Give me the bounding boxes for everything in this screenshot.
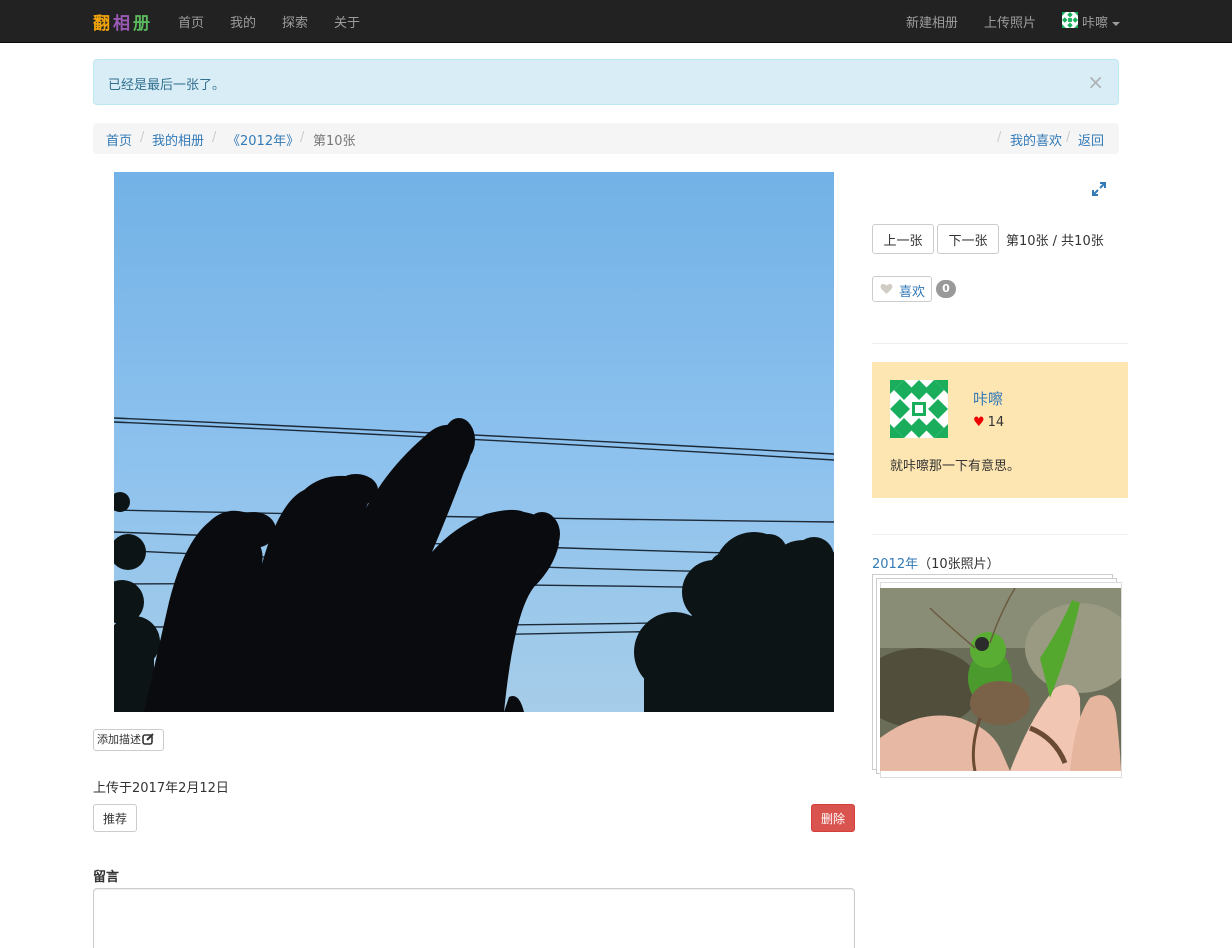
recommend-button[interactable]: 推荐 <box>93 804 137 832</box>
add-description-label: 添加描述 <box>97 733 141 746</box>
owner-bio: 就咔嚓那一下有意思。 <box>890 459 1021 474</box>
nav-upload[interactable]: 上传照片 <box>984 12 1036 31</box>
brand-char-3: 册 <box>133 14 153 34</box>
user-avatar-small[interactable] <box>1062 12 1078 28</box>
owner-likes: ♥ 14 <box>973 415 1004 430</box>
album-count: （10张照片） <box>918 557 1000 572</box>
prev-photo-button[interactable]: 上一张 <box>872 224 934 254</box>
fullscreen-icon[interactable] <box>1091 181 1107 197</box>
nav-about[interactable]: 关于 <box>334 12 360 31</box>
like-label: 喜欢 <box>899 284 926 299</box>
brand-char-2: 相 <box>113 14 133 34</box>
upload-date: 上传于2017年2月12日 <box>93 781 229 796</box>
close-icon[interactable]: × <box>1087 70 1104 94</box>
avatar[interactable] <box>890 380 948 438</box>
nav-home[interactable]: 首页 <box>178 12 204 31</box>
nav-new-album[interactable]: 新建相册 <box>906 12 958 31</box>
navbar: 翻相册 首页 我的 探索 关于 新建相册 上传照片 咔嚓 <box>0 0 1232 43</box>
edit-icon <box>142 733 154 745</box>
owner-like-count: 14 <box>987 415 1005 430</box>
comment-textarea[interactable] <box>93 888 855 948</box>
heart-icon <box>880 283 893 294</box>
main-photo[interactable] <box>114 172 834 712</box>
breadcrumb-my-albums[interactable]: 我的相册 <box>152 130 204 149</box>
nav-mine[interactable]: 我的 <box>230 12 256 31</box>
add-description-button[interactable]: 添加描述 <box>93 729 164 751</box>
breadcrumb-my-likes[interactable]: 我的喜欢 <box>1010 130 1062 149</box>
owner-name[interactable]: 咔嚓 <box>973 388 1003 409</box>
breadcrumb-home[interactable]: 首页 <box>106 130 132 149</box>
album-cover-thumbnail[interactable] <box>880 588 1121 771</box>
brand-char-1: 翻 <box>93 14 113 34</box>
info-alert: 已经是最后一张了。 × <box>93 59 1119 105</box>
like-count-badge: 0 <box>936 280 956 298</box>
nav-explore[interactable]: 探索 <box>282 12 308 31</box>
owner-card: 咔嚓 ♥ 14 就咔嚓那一下有意思。 <box>872 362 1128 498</box>
delete-button[interactable]: 删除 <box>811 804 855 832</box>
breadcrumb-back[interactable]: 返回 <box>1078 130 1104 149</box>
like-button[interactable]: 喜欢 <box>872 276 932 302</box>
breadcrumb-separator: / <box>997 130 1002 145</box>
caret-down-icon <box>1112 21 1121 26</box>
next-photo-button[interactable]: 下一张 <box>937 224 999 254</box>
breadcrumb-current: 第10张 <box>313 134 356 149</box>
nav-user-menu[interactable]: 咔嚓 <box>1082 12 1121 31</box>
breadcrumb-album[interactable]: 《2012年》 <box>227 130 299 149</box>
heart-icon: ♥ <box>973 415 985 430</box>
breadcrumb-separator: / <box>140 130 145 145</box>
breadcrumb-separator: / <box>1066 130 1071 145</box>
nav-username: 咔嚓 <box>1082 16 1109 31</box>
breadcrumb: 首页 / 我的相册 / 《2012年》 / 第10张 / 我的喜欢 / 返回 <box>93 123 1119 154</box>
photo-position: 第10张 / 共10张 <box>1006 234 1104 249</box>
comments-label: 留言 <box>93 870 120 885</box>
album-link[interactable]: 2012年 <box>872 557 918 572</box>
brand-logo[interactable]: 翻相册 <box>93 9 153 34</box>
divider <box>872 343 1128 344</box>
album-title: 2012年（10张照片） <box>872 553 1000 572</box>
divider <box>872 534 1128 535</box>
alert-text: 已经是最后一张了。 <box>108 78 226 93</box>
breadcrumb-separator: / <box>300 130 305 145</box>
breadcrumb-separator: / <box>212 130 217 145</box>
